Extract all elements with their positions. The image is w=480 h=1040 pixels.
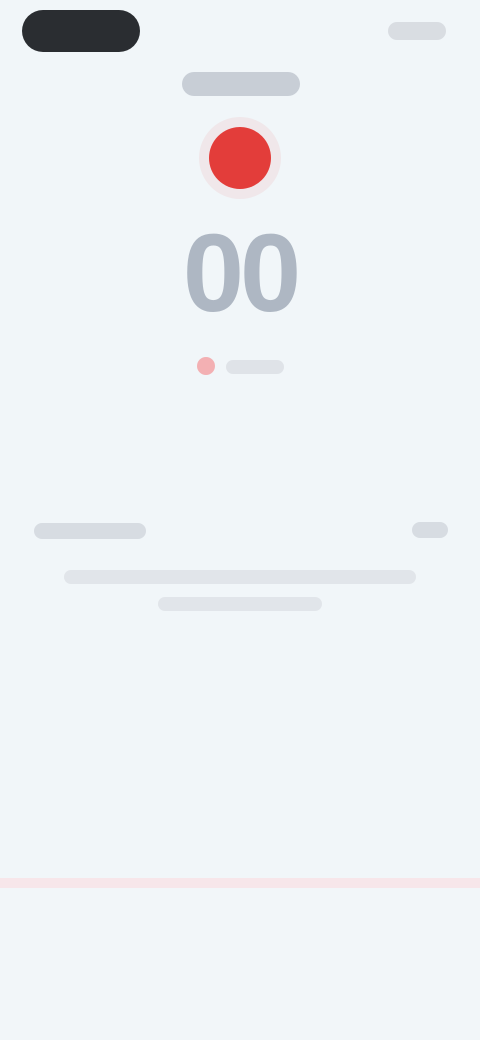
recording-screen: 00 [0,0,480,1040]
top-right-button[interactable] [388,22,446,40]
bottom-separator [0,878,480,888]
timer-value: 00 [182,212,301,335]
description-line-1 [64,570,416,584]
status-pill [22,10,140,52]
section-action-button[interactable] [412,522,448,538]
bottom-panel [0,888,480,1040]
description-line-2 [158,597,322,611]
recording-status-placeholder [226,360,284,374]
section-label-placeholder [34,523,146,539]
record-button[interactable] [209,127,271,189]
recording-dot-icon [197,357,215,375]
page-title-placeholder [182,72,300,96]
